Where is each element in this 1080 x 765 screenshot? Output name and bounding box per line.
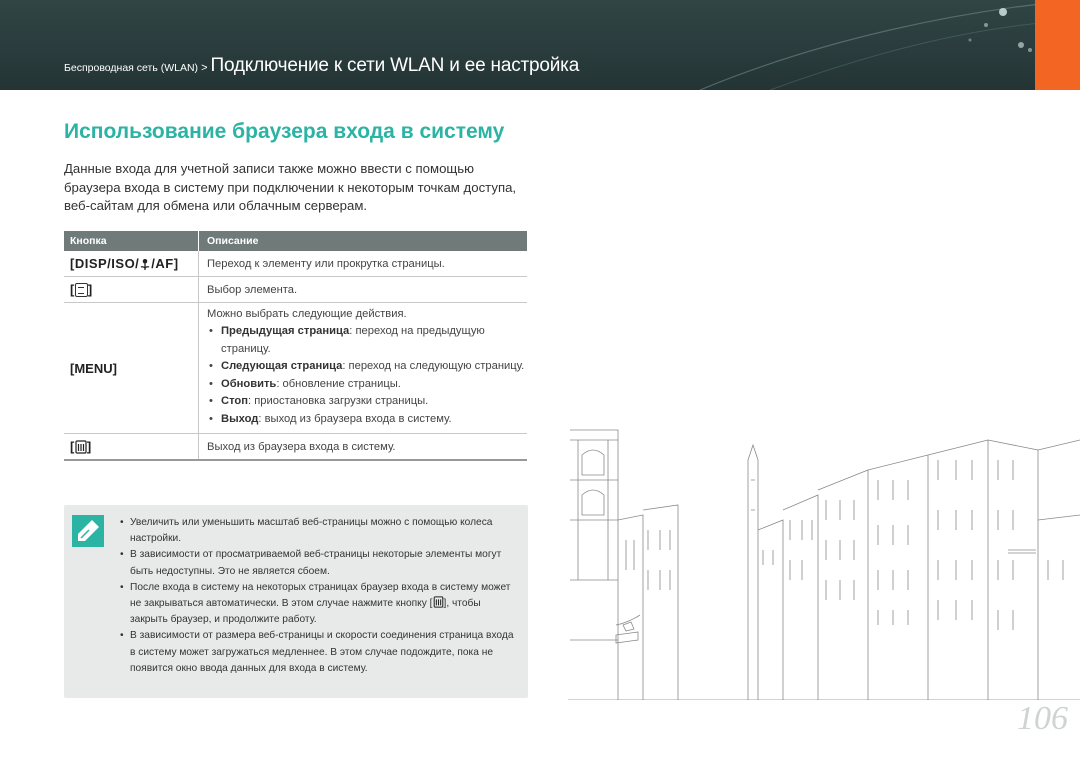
- table-row: [] Выбор элемента.: [64, 276, 527, 303]
- key-label-suffix: ]: [87, 282, 93, 297]
- key-cell: [MENU]: [64, 302, 199, 434]
- table-header-description: Описание: [198, 231, 527, 251]
- option-name: Стоп: [221, 395, 249, 407]
- menu-desc: Можно выбрать следующие действия.: [207, 308, 407, 320]
- list-item: Стоп: приостановка загрузки страницы.: [207, 393, 527, 411]
- option-name: Следующая страница: [221, 360, 343, 372]
- option-text: : переход на следующую страницу.: [342, 360, 525, 372]
- table-header-button: Кнопка: [64, 231, 199, 251]
- key-label-prefix: [DISP/ISO/: [70, 256, 140, 271]
- breadcrumb-chapter: Подключение к сети WLAN и ее настройка: [210, 55, 580, 76]
- delete-trash-icon: [75, 439, 87, 454]
- breadcrumb-separator: >: [201, 62, 208, 74]
- table-row: [MENU] Можно выбрать следующие действия.…: [64, 302, 527, 434]
- list-item: В зависимости от размера веб-страницы и …: [120, 628, 520, 677]
- option-name: Выход: [221, 412, 259, 425]
- ok-button-icon: [74, 282, 88, 297]
- list-item: Выход: выход из браузера входа в систему…: [207, 411, 527, 429]
- desc-cell: Выбор элемента.: [198, 276, 527, 303]
- city-sketch-illustration: [568, 429, 1080, 700]
- page-title: Использование браузера входа в систему: [64, 120, 505, 143]
- page-number: 106: [1017, 700, 1068, 737]
- menu-key-label: [MENU]: [70, 360, 117, 376]
- desc-cell: Выход из браузера входа в систему.: [198, 433, 527, 461]
- table-row: [] Выход из браузера входа в систему.: [64, 433, 527, 461]
- key-label-suffix: ]: [86, 439, 92, 454]
- key-cell: [DISP/ISO/ /AF]: [64, 251, 199, 277]
- option-text: : выход из браузера входа в систему.: [258, 412, 452, 425]
- list-item: После входа в систему на некоторых стран…: [120, 580, 520, 629]
- intro-paragraph: Данные входа для учетной записи также мо…: [64, 161, 517, 213]
- list-item: Увеличить или уменьшить масштаб веб-стра…: [120, 515, 520, 547]
- page-header: Беспроводная сеть (WLAN) > Подключение к с…: [0, 0, 1080, 90]
- desc-cell: Переход к элементу или прокрутка страниц…: [198, 251, 527, 277]
- delete-trash-icon: [433, 596, 443, 608]
- button-table: Кнопка Описание [DISP/ISO/ /AF] Переход к…: [64, 231, 527, 461]
- option-text: : обновление страницы.: [276, 377, 401, 390]
- list-item: Обновить: обновление страницы.: [207, 376, 527, 394]
- menu-options-list: Предыдущая страница: переход на предыдущ…: [207, 323, 527, 428]
- list-item: Предыдущая страница: переход на предыдущ…: [207, 323, 527, 358]
- table-row: [DISP/ISO/ /AF] Переход к элементу или пр…: [64, 251, 527, 277]
- desc-cell: Можно выбрать следующие действия. Предыд…: [198, 302, 527, 434]
- note-list: Увеличить или уменьшить масштаб веб-стра…: [120, 515, 520, 677]
- list-item: В зависимости от просматриваемой веб-стр…: [120, 547, 520, 579]
- macro-flower-icon: [141, 258, 150, 270]
- option-name: Обновить: [221, 377, 277, 390]
- key-cell: []: [64, 433, 199, 461]
- key-cell: []: [64, 276, 199, 303]
- pencil-note-icon: [72, 515, 104, 547]
- key-label-suffix: /AF]: [151, 256, 179, 271]
- chapter-tab: [1035, 0, 1080, 90]
- breadcrumb: Беспроводная сеть (WLAN) > Подключение к с…: [64, 55, 579, 77]
- note-box: Увеличить или уменьшить масштаб веб-стра…: [64, 505, 528, 698]
- breadcrumb-section: Беспроводная сеть (WLAN): [64, 62, 199, 74]
- list-item: Следующая страница: переход на следующую…: [207, 358, 527, 376]
- option-name: Предыдущая страница: [221, 325, 350, 337]
- option-text: : приостановка загрузки страницы.: [248, 395, 429, 407]
- header-decoration: [699, 0, 1080, 90]
